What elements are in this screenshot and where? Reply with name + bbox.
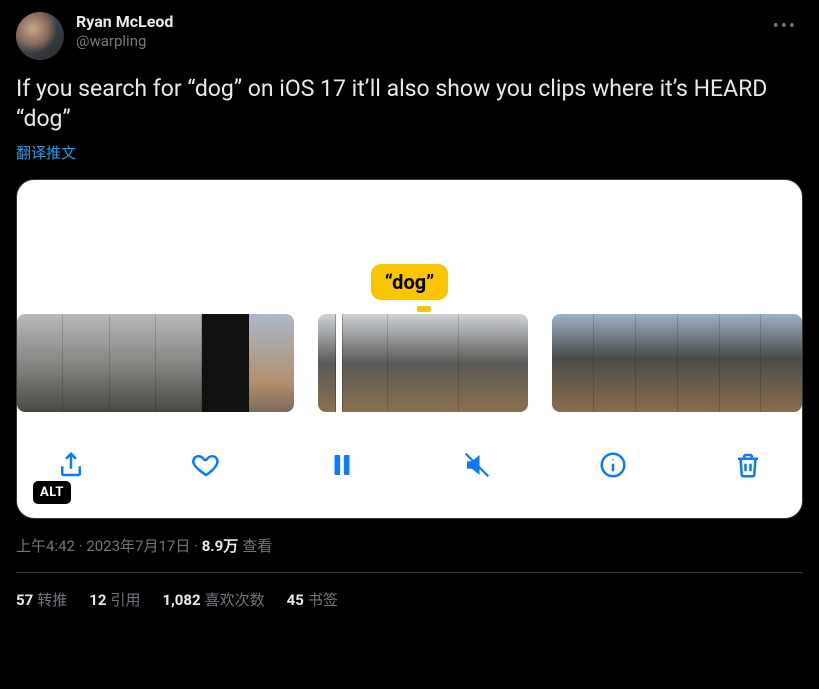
stat-bookmarks[interactable]: 45书签 <box>287 589 338 610</box>
caption-tick <box>417 306 431 312</box>
views-count: 8.9万 <box>202 537 239 555</box>
avatar[interactable] <box>16 12 64 60</box>
tweet-meta: 上午4:42 2023年7月17日 8.9万查看 <box>16 535 803 556</box>
clip-frame <box>156 314 202 412</box>
stat-num: 12 <box>89 591 106 609</box>
trash-icon[interactable] <box>724 441 772 489</box>
stat-num: 45 <box>287 591 304 609</box>
clip-frame <box>17 314 63 412</box>
pause-icon[interactable] <box>318 441 366 489</box>
clip-group-1[interactable] <box>17 314 294 412</box>
translate-link[interactable]: 翻译推文 <box>16 142 803 163</box>
stat-num: 57 <box>16 591 33 609</box>
stat-label: 喜欢次数 <box>205 591 265 609</box>
heart-icon[interactable] <box>182 441 230 489</box>
more-options-button[interactable]: ••• <box>767 12 803 41</box>
clip-frame <box>552 314 594 412</box>
stat-likes[interactable]: 1,082 喜欢次数 <box>162 589 264 610</box>
tweet-time[interactable]: 上午4:42 <box>16 537 75 555</box>
clip-frame <box>459 314 529 412</box>
stat-label: 书签 <box>308 591 338 609</box>
tweet-container: Ryan McLeod @warpling ••• If you search … <box>0 0 819 610</box>
clip-frame <box>318 314 389 412</box>
playhead[interactable] <box>336 314 342 412</box>
clip-frame <box>594 314 636 412</box>
author-block[interactable]: Ryan McLeod @warpling <box>76 12 173 51</box>
clip-group-3[interactable] <box>552 314 802 412</box>
clip-frame <box>720 314 762 412</box>
media-toolbar <box>17 412 802 518</box>
clip-frame <box>761 314 802 412</box>
media-top-gap <box>17 180 802 252</box>
clip-frame <box>388 314 459 412</box>
views-label: 查看 <box>242 537 272 555</box>
clip-frame <box>63 314 109 412</box>
tweet-text: If you search for “dog” on iOS 17 it’ll … <box>16 74 803 134</box>
alt-badge[interactable]: ALT <box>33 481 71 504</box>
tweet-date[interactable]: 2023年7月17日 <box>86 537 190 555</box>
caption-pill: “dog” <box>371 264 449 300</box>
clip-frame <box>678 314 720 412</box>
info-icon[interactable] <box>589 441 637 489</box>
clip-frame <box>202 314 248 412</box>
tweet-header: Ryan McLeod @warpling ••• <box>16 12 803 60</box>
mute-icon[interactable] <box>453 441 501 489</box>
stats-row: 57转推 12引用 1,082 喜欢次数 45书签 <box>16 573 803 610</box>
clip-frame <box>110 314 156 412</box>
author-display-name: Ryan McLeod <box>76 12 173 32</box>
author-handle: @warpling <box>76 32 173 51</box>
clip-frame <box>249 314 294 412</box>
caption-row: “dog” <box>17 252 802 300</box>
clip-frame <box>636 314 678 412</box>
stat-label: 引用 <box>110 591 140 609</box>
media-inner: “dog” <box>17 180 802 518</box>
video-timeline[interactable] <box>17 314 802 412</box>
stat-retweets[interactable]: 57转推 <box>16 589 67 610</box>
clip-group-2[interactable] <box>318 314 529 412</box>
stat-label: 转推 <box>37 591 67 609</box>
stat-num: 1,082 <box>162 591 200 609</box>
stat-quotes[interactable]: 12引用 <box>89 589 140 610</box>
media-card[interactable]: “dog” <box>16 179 803 519</box>
